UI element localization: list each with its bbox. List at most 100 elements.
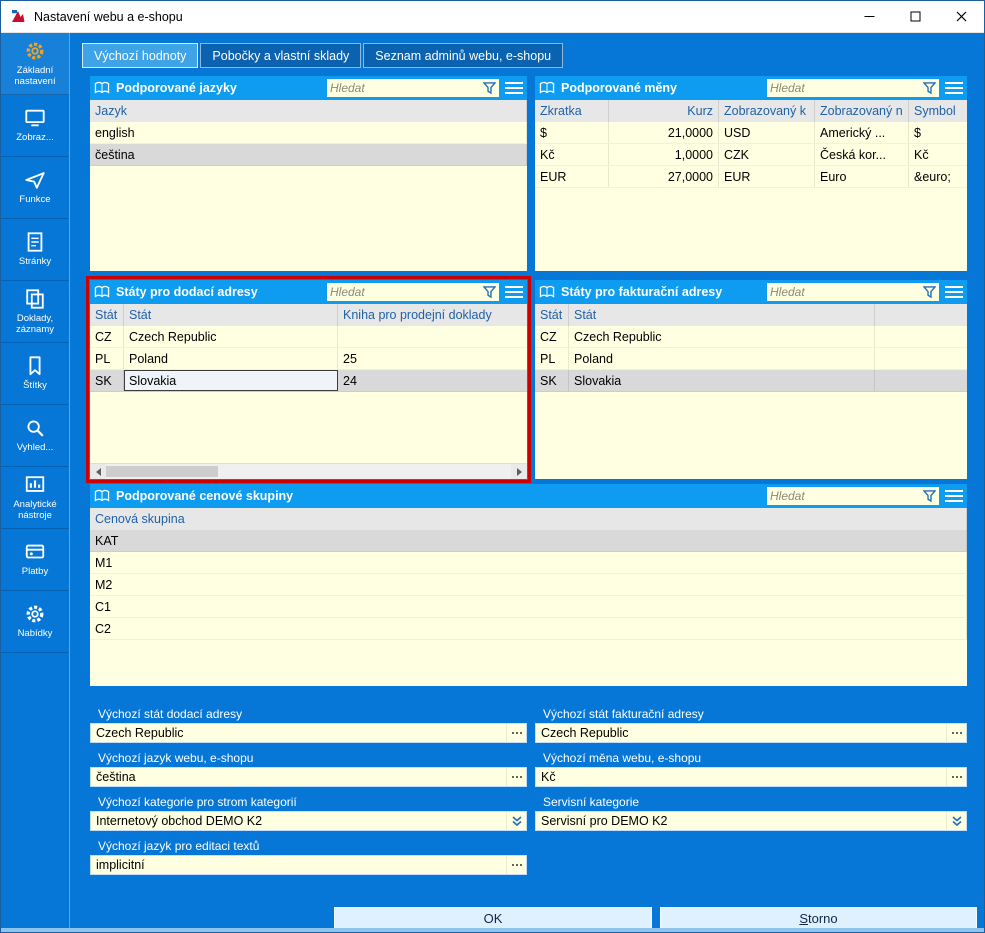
menu-icon[interactable] [505, 82, 523, 94]
search-box [327, 79, 499, 97]
search-box [767, 283, 939, 301]
table-row[interactable]: M2 [90, 574, 967, 596]
scrollbar-track[interactable] [218, 464, 511, 479]
search-input[interactable] [330, 285, 483, 299]
ellipsis-button[interactable] [946, 768, 966, 786]
sidebar-item-zakladni-nastaveni[interactable]: Základní nastavení [1, 33, 69, 95]
filter-icon[interactable] [923, 82, 936, 94]
filter-icon[interactable] [483, 82, 496, 94]
table-row[interactable]: PL Poland [535, 348, 967, 370]
grid-cell: CZ [90, 326, 124, 347]
pages-icon [24, 231, 46, 253]
field-default-billing-state[interactable]: Czech Republic [535, 723, 967, 743]
menu-icon[interactable] [945, 82, 963, 94]
tab-vychozi-hodnoty[interactable]: Výchozí hodnoty [82, 43, 198, 68]
field-label-default-language: Výchozí jazyk webu, e-shopu [98, 751, 253, 765]
column-header[interactable]: Zobrazovaný n [815, 100, 909, 122]
scroll-right-arrow[interactable] [511, 464, 527, 479]
table-row[interactable]: english [90, 122, 527, 144]
column-header[interactable]: Kniha pro prodejní doklady [338, 304, 527, 326]
ellipsis-button[interactable] [946, 724, 966, 742]
panel-title: Podporované jazyky [116, 81, 237, 95]
main-area: Výchozí hodnoty Pobočky a vlastní sklady… [69, 33, 984, 932]
search-input[interactable] [330, 81, 483, 95]
grid-cell: Euro [815, 166, 909, 187]
dropdown-icon[interactable] [946, 812, 966, 830]
search-input[interactable] [770, 81, 923, 95]
filter-icon[interactable] [483, 286, 496, 298]
sidebar-item-doklady-zaznamy[interactable]: Doklady, záznamy [1, 281, 69, 343]
grid-cell-editing[interactable]: Slovakia [124, 370, 338, 391]
field-service-category[interactable]: Servisní pro DEMO K2 [535, 811, 967, 831]
sidebar-item-stranky[interactable]: Stránky [1, 219, 69, 281]
column-header[interactable]: Zkratka [535, 100, 609, 122]
field-default-category-tree[interactable]: Internetový obchod DEMO K2 [90, 811, 527, 831]
scroll-left-arrow[interactable] [90, 464, 106, 479]
close-button[interactable] [938, 1, 984, 33]
table-row[interactable]: Kč 1,0000 CZK Česká kor... Kč [535, 144, 967, 166]
search-input[interactable] [770, 489, 923, 503]
field-value: čeština [96, 770, 136, 784]
ellipsis-button[interactable] [506, 768, 526, 786]
filter-icon[interactable] [923, 286, 936, 298]
sidebar-item-analyticke-nastroje[interactable]: Analytické nástroje [1, 467, 69, 529]
field-default-currency[interactable]: Kč [535, 767, 967, 787]
horizontal-scrollbar [90, 463, 527, 479]
panel-price-groups: Podporované cenové skupiny Cenová skupin… [90, 484, 967, 686]
field-default-language[interactable]: čeština [90, 767, 527, 787]
search-input[interactable] [770, 285, 923, 299]
table-row[interactable]: čeština [90, 144, 527, 166]
menu-icon[interactable] [505, 286, 523, 298]
offers-icon [24, 603, 46, 625]
field-label-default-billing-state: Výchozí stát fakturační adresy [543, 707, 704, 721]
table-row[interactable]: KAT [90, 530, 967, 552]
ellipsis-button[interactable] [506, 856, 526, 874]
filter-icon[interactable] [923, 490, 936, 502]
table-row[interactable]: CZ Czech Republic [535, 326, 967, 348]
ellipsis-button[interactable] [506, 724, 526, 742]
sidebar-item-vyhledavani[interactable]: Vyhled... [1, 405, 69, 467]
column-header[interactable]: Cenová skupina [90, 508, 967, 530]
table-row[interactable]: SK Slovakia [535, 370, 967, 392]
panel-languages-header: Podporované jazyky [90, 76, 527, 100]
field-default-shipping-state[interactable]: Czech Republic [90, 723, 527, 743]
grid-cell: $ [909, 122, 967, 143]
scrollbar-thumb[interactable] [106, 466, 218, 477]
menu-icon[interactable] [945, 490, 963, 502]
column-header[interactable]: Zobrazovaný k [719, 100, 815, 122]
column-header[interactable]: Stát [90, 304, 124, 326]
sidebar-item-funkce[interactable]: Funkce [1, 157, 69, 219]
sidebar-item-stitky[interactable]: Štítky [1, 343, 69, 405]
minimize-button[interactable] [846, 1, 892, 33]
field-default-text-edit-language[interactable]: implicitní [90, 855, 527, 875]
table-row[interactable]: CZ Czech Republic [90, 326, 527, 348]
storno-button[interactable]: Storno [660, 907, 977, 929]
column-header[interactable]: Stát [535, 304, 569, 326]
maximize-button[interactable] [892, 1, 938, 33]
column-header[interactable]: Jazyk [90, 100, 527, 122]
ok-button[interactable]: OK [334, 907, 652, 929]
table-row[interactable]: C2 [90, 618, 967, 640]
tab-seznam-adminu[interactable]: Seznam adminů webu, e-shopu [363, 43, 563, 68]
tab-pobocky-a-vlastni-sklady[interactable]: Pobočky a vlastní sklady [200, 43, 361, 68]
table-row[interactable]: EUR 27,0000 EUR Euro &euro; [535, 166, 967, 188]
dropdown-icon[interactable] [506, 812, 526, 830]
functions-icon [24, 169, 46, 191]
sidebar-item-zobrazeni[interactable]: Zobraz... [1, 95, 69, 157]
table-row[interactable]: $ 21,0000 USD Americký ... $ [535, 122, 967, 144]
column-header[interactable]: Symbol [909, 100, 967, 122]
sidebar-item-nabidky[interactable]: Nabídky [1, 591, 69, 653]
table-row[interactable]: C1 [90, 596, 967, 618]
grid-cell: C1 [90, 596, 967, 617]
grid-header: Jazyk [90, 100, 527, 122]
column-header[interactable]: Kurz [609, 100, 719, 122]
table-row[interactable]: SK Slovakia 24 [90, 370, 527, 392]
table-row[interactable]: M1 [90, 552, 967, 574]
menu-icon[interactable] [945, 286, 963, 298]
sidebar-item-platby[interactable]: Platby [1, 529, 69, 591]
grid-cell: PL [90, 348, 124, 369]
column-header[interactable]: Stát [124, 304, 338, 326]
column-header[interactable]: Stát [569, 304, 875, 326]
field-label-default-shipping-state: Výchozí stát dodací adresy [98, 707, 242, 721]
table-row[interactable]: PL Poland 25 [90, 348, 527, 370]
